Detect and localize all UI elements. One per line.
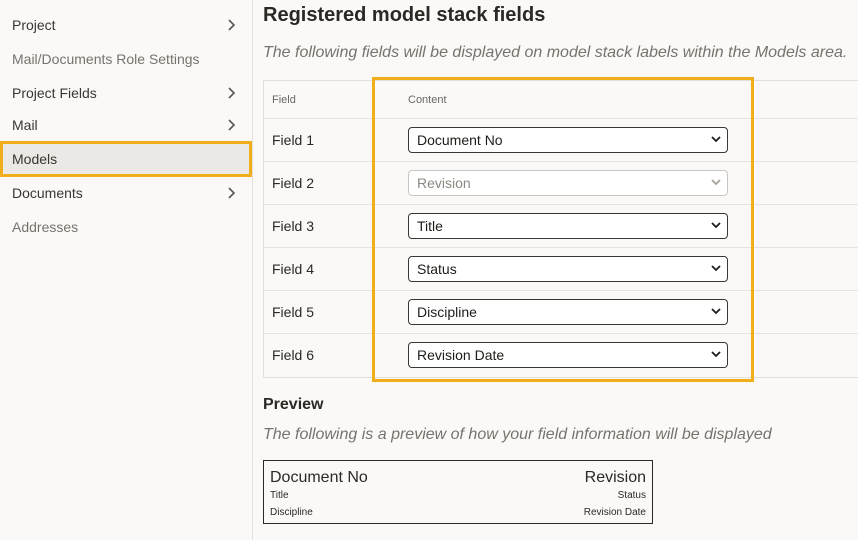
sidebar-item-documents[interactable]: Documents (0, 176, 252, 210)
field-3-select[interactable]: Title (408, 212, 728, 239)
field-1-select[interactable]: Document No (408, 126, 728, 153)
sidebar-item-mail[interactable]: Mail (0, 108, 252, 142)
preview-top-left: Document No (270, 469, 368, 486)
sidebar-item-project-fields[interactable]: Project Fields (0, 76, 252, 110)
sidebar-item-models[interactable]: Models (0, 141, 252, 177)
column-header-field: Field (272, 93, 296, 106)
chevron-down-icon (711, 179, 721, 186)
page-title: Registered model stack fields (263, 4, 546, 26)
chevron-down-icon (711, 265, 721, 272)
field-label: Field 5 (272, 303, 315, 320)
chevron-down-icon (711, 308, 721, 315)
field-label: Field 2 (272, 174, 315, 191)
chevron-down-icon (711, 136, 721, 143)
field-label: Field 4 (272, 260, 315, 277)
table-row: Field 2 Revision (264, 161, 858, 205)
chevron-right-icon (228, 187, 236, 199)
main-content: Registered model stack fields The follow… (253, 0, 858, 540)
field-6-select[interactable]: Revision Date (408, 341, 728, 368)
sidebar: Project Mail/Documents Role Settings Pro… (0, 0, 253, 540)
sidebar-item-label: Project Fields (12, 85, 97, 101)
column-header-content: Content (408, 93, 447, 106)
chevron-down-icon (711, 222, 721, 229)
field-label: Field 1 (272, 131, 315, 148)
preview-mid-right: Status (617, 490, 646, 501)
select-value: Status (417, 260, 457, 277)
field-2-select: Revision (408, 169, 728, 196)
select-value: Revision (417, 174, 471, 191)
field-label: Field 3 (272, 217, 315, 234)
preview-heading: Preview (263, 396, 324, 413)
chevron-right-icon (228, 87, 236, 99)
fields-table: Field Content Field 1 Document No Field … (263, 80, 858, 378)
preview-bottom-right: Revision Date (583, 507, 646, 518)
page-description: The following fields will be displayed o… (263, 44, 848, 61)
table-row: Field 6 Revision Date (264, 333, 858, 376)
select-value: Discipline (417, 303, 477, 320)
sidebar-item-label: Models (12, 151, 58, 167)
sidebar-item-label: Mail/Documents Role Settings (12, 51, 200, 67)
sidebar-item-addresses[interactable]: Addresses (0, 210, 252, 244)
table-row: Field 4 Status (264, 247, 858, 291)
preview-top-right: Revision (584, 469, 646, 486)
chevron-right-icon (228, 119, 236, 131)
sidebar-item-label: Project (12, 17, 56, 33)
sidebar-item-project[interactable]: Project (0, 8, 252, 42)
select-value: Title (417, 217, 443, 234)
sidebar-item-mail-documents-role-settings[interactable]: Mail/Documents Role Settings (0, 42, 252, 76)
preview-bottom-left: Discipline (270, 507, 313, 518)
chevron-down-icon (711, 351, 721, 358)
table-row: Field 3 Title (264, 204, 858, 248)
select-value: Document No (417, 131, 503, 148)
sidebar-item-label: Mail (12, 117, 38, 133)
preview-mid-left: Title (270, 490, 289, 501)
select-value: Revision Date (417, 346, 505, 363)
table-header-row: Field Content (264, 81, 858, 119)
table-row: Field 5 Discipline (264, 290, 858, 334)
sidebar-item-label: Documents (12, 185, 83, 201)
preview-description: The following is a preview of how your f… (263, 426, 772, 443)
sidebar-item-label: Addresses (12, 219, 79, 235)
field-5-select[interactable]: Discipline (408, 298, 728, 325)
preview-label: Document No Revision Title Status Discip… (263, 460, 653, 524)
table-row: Field 1 Document No (264, 118, 858, 162)
field-4-select[interactable]: Status (408, 255, 728, 282)
field-label: Field 6 (272, 346, 315, 363)
chevron-right-icon (228, 19, 236, 31)
